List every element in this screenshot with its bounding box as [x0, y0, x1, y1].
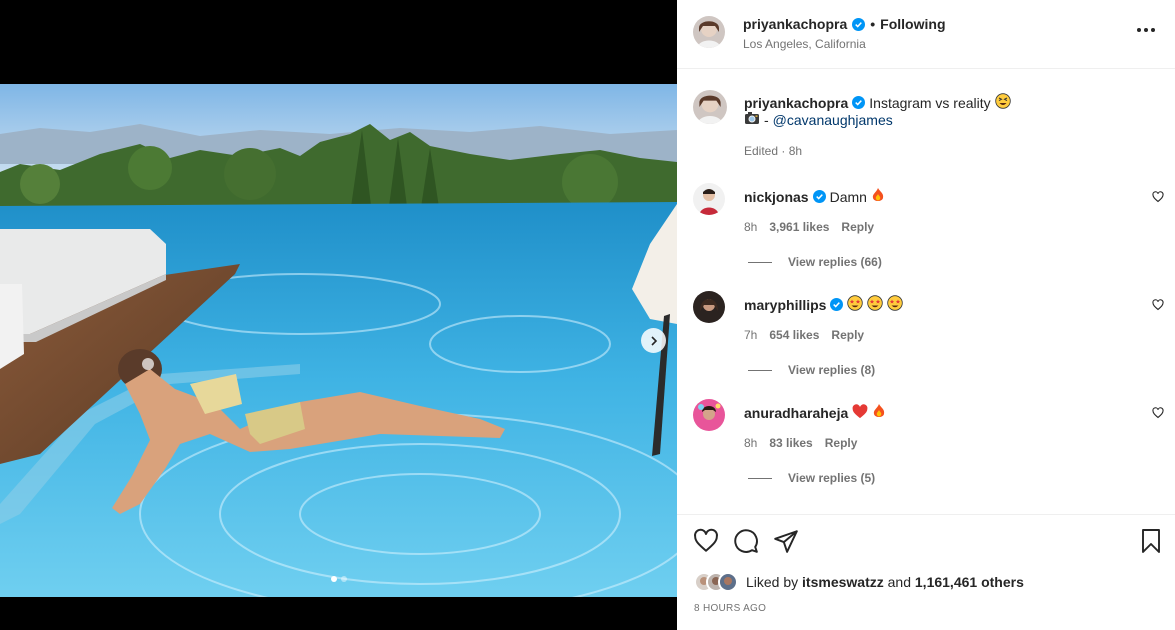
comment-reply-button[interactable]: Reply [825, 436, 858, 450]
more-options-icon[interactable] [1133, 24, 1159, 36]
divider-line [748, 261, 772, 263]
view-replies-button[interactable]: View replies (66) [748, 255, 882, 269]
comment-age: 8h [744, 436, 758, 450]
view-replies-label: View replies (5) [788, 471, 876, 485]
likes-summary: Liked by itsmeswatzz and 1,161,461 other… [694, 572, 1024, 592]
caption-mention-link[interactable]: @cavanaughjames [773, 112, 893, 128]
post-header: priyankachopra • Following Los Angeles, … [677, 0, 1175, 69]
divider-line [748, 477, 772, 479]
likes-text: Liked by itsmeswatzz and 1,161,461 other… [746, 574, 1024, 590]
separator-dot: • [870, 16, 876, 32]
liked-by-conjunction: and [887, 574, 911, 590]
fire-emoji-icon [871, 187, 885, 206]
comment-avatar[interactable] [693, 291, 725, 323]
comment-line: nickjonas Damn [744, 187, 885, 206]
comment-like-heart-icon[interactable] [1152, 190, 1164, 208]
liked-by-others[interactable]: 1,161,461 others [915, 574, 1024, 590]
comment-line: anuradharaheja [744, 403, 886, 422]
caption-avatar[interactable] [693, 90, 727, 124]
liker-avatars[interactable] [694, 572, 738, 592]
comment-like-heart-icon[interactable] [1152, 406, 1164, 424]
caption-credit-prefix: - [764, 111, 769, 128]
star-struck-emoji-icon [867, 295, 884, 314]
comment-username[interactable]: nickjonas [744, 189, 809, 205]
carousel-dot [340, 576, 347, 582]
comment-meta: 7h 654 likes Reply [744, 328, 864, 342]
view-replies-button[interactable]: View replies (5) [748, 471, 875, 485]
post-media [0, 0, 677, 630]
divider-line [748, 369, 772, 371]
comment-reply-button[interactable]: Reply [831, 328, 864, 342]
comment-age: 8h [744, 220, 758, 234]
comment-reply-button[interactable]: Reply [841, 220, 874, 234]
post-timestamp[interactable]: 8 HOURS AGO [694, 603, 766, 614]
chevron-right-icon [650, 335, 657, 346]
comment-meta: 8h 83 likes Reply [744, 436, 857, 450]
author-avatar[interactable] [693, 16, 725, 48]
view-replies-label: View replies (66) [788, 255, 882, 269]
post-photo[interactable] [0, 84, 677, 597]
comment-likes-count[interactable]: 3,961 likes [769, 220, 829, 234]
caption-edited-time: Edited · 8h [744, 144, 803, 158]
fire-emoji-icon [872, 403, 886, 422]
comment-age: 7h [744, 328, 758, 342]
comment-line: maryphillips [744, 295, 904, 314]
comment-likes-count[interactable]: 83 likes [769, 436, 812, 450]
following-button[interactable]: Following [880, 16, 945, 32]
post-actions: Liked by itsmeswatzz and 1,161,461 other… [677, 514, 1175, 630]
comment-meta: 8h 3,961 likes Reply [744, 220, 874, 234]
bookmark-icon[interactable] [1139, 528, 1163, 559]
verified-badge-icon [812, 190, 826, 203]
comment-icon[interactable] [733, 528, 759, 559]
comment-item: maryphillips 7h 654 likes Reply View rep… [677, 291, 1175, 399]
star-struck-emoji-icon [847, 295, 864, 314]
heart-icon[interactable] [693, 528, 719, 559]
send-icon[interactable] [773, 528, 799, 559]
post-location[interactable]: Los Angeles, California [743, 37, 866, 51]
view-replies-label: View replies (8) [788, 363, 876, 377]
liker-avatar [718, 572, 738, 592]
carousel-dot [330, 576, 337, 582]
author-line: priyankachopra • Following [743, 16, 946, 32]
verified-badge-icon [852, 17, 866, 31]
carousel-dots [0, 576, 677, 582]
caption-username[interactable]: priyankachopra [744, 95, 848, 111]
comment-avatar[interactable] [693, 399, 725, 431]
comments-list[interactable]: priyankachopra Instagram vs reality - @c… [677, 70, 1175, 514]
liked-by-user[interactable]: itsmeswatzz [802, 574, 884, 590]
carousel-next-button[interactable] [641, 328, 666, 353]
liked-by-prefix: Liked by [746, 574, 799, 590]
comment-username[interactable]: anuradharaheja [744, 405, 848, 421]
comment-likes-count[interactable]: 654 likes [769, 328, 819, 342]
author-username[interactable]: priyankachopra [743, 16, 847, 32]
comment-item: anuradharaheja 8h 83 likes Reply View re… [677, 399, 1175, 507]
comment-username[interactable]: maryphillips [744, 297, 826, 313]
caption-text: Instagram vs reality [869, 94, 991, 111]
verified-badge-icon [852, 96, 866, 109]
comment-item: nickjonas Damn 8h 3,961 likes Reply View… [677, 183, 1175, 291]
caption-credit-line: - @cavanaughjames [744, 111, 893, 128]
camera-emoji-icon [744, 111, 760, 128]
caption-line: priyankachopra Instagram vs reality [744, 93, 1011, 112]
squinting-face-emoji-icon [994, 93, 1011, 112]
verified-badge-icon [830, 298, 844, 311]
view-replies-button[interactable]: View replies (8) [748, 363, 875, 377]
comment-like-heart-icon[interactable] [1152, 298, 1164, 316]
red-heart-emoji-icon [852, 403, 868, 422]
comment-avatar[interactable] [693, 183, 725, 215]
post-side-panel: priyankachopra • Following Los Angeles, … [677, 0, 1175, 630]
comment-text: Damn [829, 188, 867, 205]
star-struck-emoji-icon [887, 295, 904, 314]
